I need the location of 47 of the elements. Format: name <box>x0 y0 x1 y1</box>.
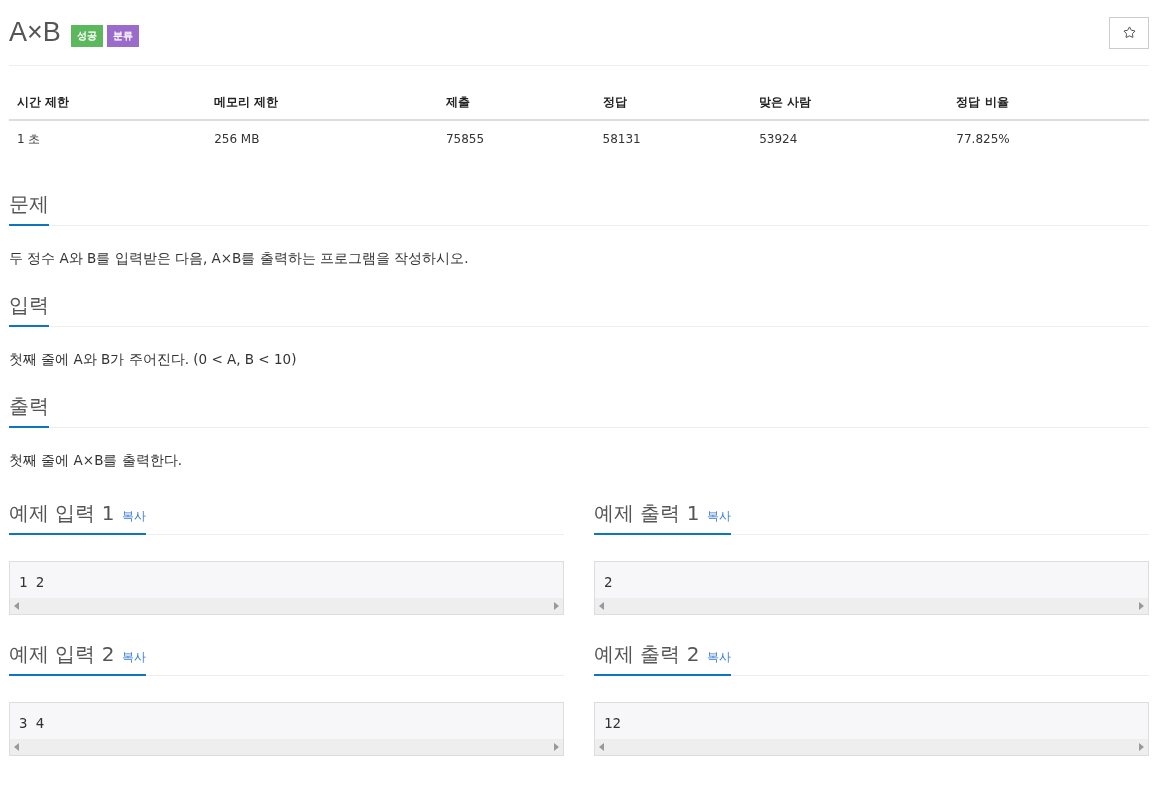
scrollbar[interactable] <box>595 598 1148 614</box>
right-arrow-icon[interactable] <box>554 602 559 610</box>
favorite-button[interactable] <box>1109 16 1149 49</box>
column-header: 메모리 제한 <box>206 86 438 120</box>
sample-text: 1 2 <box>18 573 46 592</box>
section-heading: 예제 출력 1 <box>594 500 700 527</box>
copy-link[interactable]: 복사 <box>122 508 147 525</box>
table-cell: 1 초 <box>9 120 207 157</box>
section-heading: 입력 <box>9 292 49 319</box>
sample-text: 2 <box>603 573 614 592</box>
section-heading: 문제 <box>9 191 49 218</box>
section-heading: 예제 입력 1 <box>9 500 115 527</box>
section-heading: 예제 출력 2 <box>594 641 700 668</box>
scrollbar[interactable] <box>595 739 1148 755</box>
left-arrow-icon[interactable] <box>14 602 19 610</box>
column-header: 시간 제한 <box>9 86 207 120</box>
sample-text: 3 4 <box>18 714 46 733</box>
column-header: 제출 <box>437 86 595 120</box>
star-icon <box>1122 26 1136 39</box>
copy-link[interactable]: 복사 <box>707 649 732 666</box>
left-arrow-icon[interactable] <box>599 743 604 751</box>
left-arrow-icon[interactable] <box>599 602 604 610</box>
table-cell: 53924 <box>751 120 949 157</box>
problem-title: A×B <box>9 17 61 48</box>
copy-link[interactable]: 복사 <box>122 649 147 666</box>
column-header: 정답 <box>594 86 752 120</box>
copy-link[interactable]: 복사 <box>707 508 732 525</box>
sample-text: 12 <box>603 714 622 733</box>
scrollbar[interactable] <box>10 739 563 755</box>
column-header: 맞은 사람 <box>751 86 949 120</box>
table-cell: 77.825% <box>948 120 1149 157</box>
section-heading: 출력 <box>9 393 49 420</box>
column-header: 정답 비율 <box>948 86 1149 120</box>
section-text: 첫째 줄에 A와 B가 주어진다. (0 < A, B < 10) <box>9 351 298 369</box>
left-arrow-icon[interactable] <box>14 743 19 751</box>
right-arrow-icon[interactable] <box>554 743 559 751</box>
scrollbar[interactable] <box>10 598 563 614</box>
section-text: 첫째 줄에 A×B를 출력한다. <box>9 452 183 470</box>
section-text: 두 정수 A와 B를 입력받은 다음, A×B를 출력하는 프로그램을 작성하시오. <box>9 250 470 268</box>
table-cell: 58131 <box>594 120 752 157</box>
right-arrow-icon[interactable] <box>1139 602 1144 610</box>
tag-label: 성공 <box>70 24 103 47</box>
right-arrow-icon[interactable] <box>1139 743 1144 751</box>
tag-label: 분류 <box>106 24 139 47</box>
table-cell: 75855 <box>437 120 595 157</box>
table-cell: 256 MB <box>206 120 438 157</box>
section-heading: 예제 입력 2 <box>9 641 115 668</box>
